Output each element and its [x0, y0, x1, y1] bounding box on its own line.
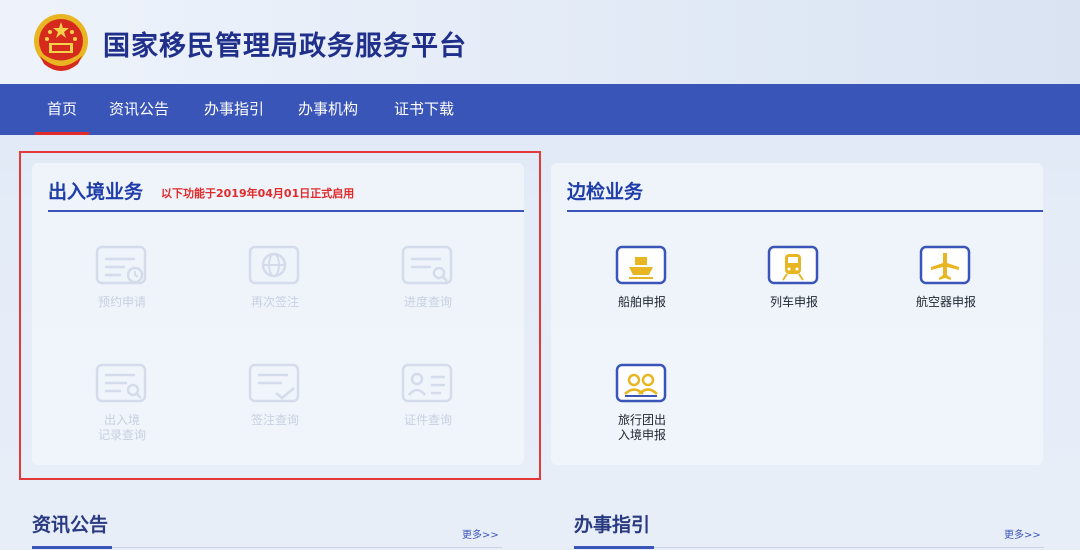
ship-icon: [615, 245, 667, 285]
service-tour-group-declaration[interactable]: 旅行团出 入境申报: [587, 363, 697, 443]
news-more-link[interactable]: 更多>>: [462, 526, 499, 541]
service-label: 列车申报: [769, 295, 818, 309]
highlight-frame: [19, 151, 541, 480]
nav-news[interactable]: 资讯公告: [109, 84, 169, 135]
site-title: 国家移民管理局政务服务平台: [103, 31, 467, 62]
border-check-title: 边检业务: [567, 181, 644, 203]
airplane-icon: [919, 245, 971, 285]
border-check-panel: 边检业务 船舶申报 列车申报 航空器申报 旅行团出 入境申报: [551, 163, 1043, 465]
service-label: 航空器申报: [915, 295, 976, 309]
service-label: 船舶申报: [617, 295, 666, 309]
service-aircraft-declaration[interactable]: 航空器申报: [891, 245, 1001, 310]
border-check-header: 边检业务: [567, 177, 1043, 212]
nav-guide[interactable]: 办事指引: [204, 84, 264, 135]
main-nav: 首页 资讯公告 办事指引 办事机构 证书下载: [0, 84, 1080, 135]
service-label-line2: 入境申报: [617, 428, 666, 442]
national-emblem-icon[interactable]: [32, 12, 90, 74]
news-section-title: 资讯公告: [32, 514, 109, 536]
guide-underline: [574, 546, 654, 549]
guide-section-title: 办事指引: [574, 514, 651, 536]
guide-more-link[interactable]: 更多>>: [1004, 526, 1041, 541]
nav-certificate-download[interactable]: 证书下载: [394, 84, 454, 135]
service-train-declaration[interactable]: 列车申报: [739, 245, 849, 310]
site-header: 国家移民管理局政务服务平台: [0, 0, 1080, 84]
nav-home[interactable]: 首页: [34, 84, 90, 135]
service-label: 旅行团出: [617, 413, 666, 427]
service-ship-declaration[interactable]: 船舶申报: [587, 245, 697, 310]
tour-group-icon: [615, 363, 667, 403]
nav-offices[interactable]: 办事机构: [298, 84, 358, 135]
train-icon: [767, 245, 819, 285]
news-underline: [32, 546, 112, 549]
